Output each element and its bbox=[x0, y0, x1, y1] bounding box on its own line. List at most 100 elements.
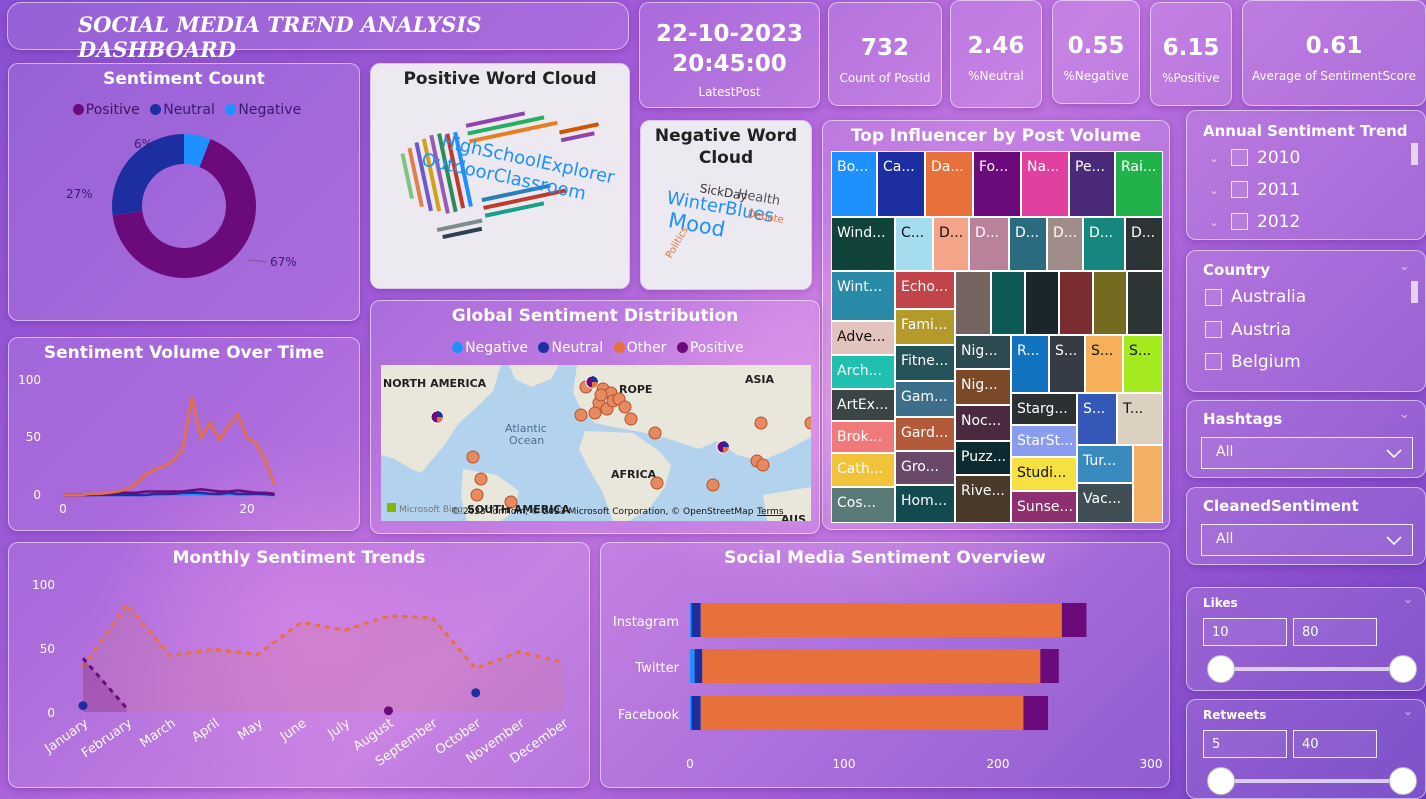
monthly-point-neutral[interactable] bbox=[78, 701, 88, 711]
map-bubble-other[interactable] bbox=[754, 416, 768, 430]
treemap-tile[interactable] bbox=[1025, 271, 1059, 335]
option-australia[interactable]: Australia bbox=[1231, 287, 1306, 307]
monthly-point-neutral[interactable] bbox=[471, 688, 481, 698]
treemap-tile[interactable]: Nig... bbox=[955, 335, 1011, 369]
treemap-tile[interactable]: D... bbox=[1125, 217, 1163, 271]
overview-bar-facebook-neutral[interactable] bbox=[691, 696, 701, 730]
treemap-tile[interactable] bbox=[1127, 271, 1163, 335]
likes-slider-max-handle[interactable] bbox=[1389, 655, 1417, 683]
retweets-collapse-icon[interactable]: ⌄ bbox=[1403, 704, 1413, 718]
monthly-point-positive[interactable] bbox=[383, 706, 393, 716]
checkbox-2011[interactable] bbox=[1231, 181, 1248, 198]
country-scrollbar[interactable] bbox=[1411, 281, 1418, 303]
retweets-max-input[interactable]: 40 bbox=[1293, 730, 1377, 758]
retweets-slider-max-handle[interactable] bbox=[1389, 767, 1417, 795]
hashtags-dropdown[interactable]: All bbox=[1201, 437, 1413, 469]
overview-bar-instagram-other[interactable] bbox=[700, 603, 1062, 637]
treemap-tile[interactable]: Gam... bbox=[895, 381, 955, 417]
option-belgium[interactable]: Belgium bbox=[1231, 352, 1301, 372]
treemap-tile[interactable]: Puzz... bbox=[955, 441, 1011, 475]
treemap-tile[interactable]: ArtEx... bbox=[831, 389, 895, 421]
treemap-tile[interactable]: D... bbox=[1009, 217, 1047, 271]
treemap-tile[interactable]: Da... bbox=[925, 151, 973, 217]
overview-bar-facebook-other[interactable] bbox=[700, 696, 1024, 730]
overview-bar-twitter-positive[interactable] bbox=[1040, 649, 1059, 683]
treemap-tile[interactable] bbox=[955, 271, 991, 335]
treemap-tile[interactable]: Fami... bbox=[895, 309, 955, 345]
treemap-tile[interactable]: Wint... bbox=[831, 271, 895, 321]
treemap-tile[interactable]: Ca... bbox=[877, 151, 925, 217]
retweets-slider-min-handle[interactable] bbox=[1207, 767, 1235, 795]
overview-bar-twitter-neutral[interactable] bbox=[694, 649, 703, 683]
map-bubble-other[interactable] bbox=[594, 388, 608, 402]
likes-max-input[interactable]: 80 bbox=[1293, 618, 1377, 646]
treemap-tile[interactable] bbox=[1059, 271, 1093, 335]
map-attribution[interactable]: © 2023 TomTom, © 2023 Microsoft Corporat… bbox=[451, 507, 754, 517]
treemap-tile[interactable]: Hom... bbox=[895, 485, 955, 523]
overview-bar-facebook-positive[interactable] bbox=[1023, 696, 1049, 730]
map-bubble-other[interactable] bbox=[756, 458, 770, 472]
map-bubble-other[interactable] bbox=[706, 478, 720, 492]
option-austria[interactable]: Austria bbox=[1231, 320, 1291, 340]
map-bubble-other[interactable] bbox=[474, 472, 488, 486]
likes-collapse-icon[interactable]: ⌄ bbox=[1403, 592, 1413, 606]
treemap-tile[interactable]: Cath... bbox=[831, 453, 895, 487]
annual-scrollbar[interactable] bbox=[1411, 143, 1418, 165]
retweets-slider-track[interactable] bbox=[1221, 779, 1403, 783]
option-2011[interactable]: 2011 bbox=[1257, 180, 1300, 200]
overview-bar-instagram-positive[interactable] bbox=[1061, 603, 1087, 637]
treemap-tile[interactable]: Echo... bbox=[895, 271, 955, 309]
checkbox-2012[interactable] bbox=[1231, 213, 1248, 230]
overview-bar-facebook-negative[interactable] bbox=[690, 696, 692, 730]
cleaned-dropdown[interactable]: All bbox=[1201, 524, 1413, 556]
treemap-tile[interactable]: Brok... bbox=[831, 421, 895, 453]
map-bubble-other[interactable] bbox=[588, 406, 602, 420]
map-bubble-other[interactable] bbox=[648, 426, 662, 440]
country-chevron-icon[interactable]: ⌄ bbox=[1399, 259, 1410, 274]
checkbox-2010[interactable] bbox=[1231, 149, 1248, 166]
treemap-tile[interactable]: Gro... bbox=[895, 451, 955, 485]
checkbox-belgium[interactable] bbox=[1205, 353, 1222, 370]
treemap-tile[interactable] bbox=[991, 271, 1025, 335]
map-bubble-other[interactable] bbox=[650, 476, 664, 490]
treemap-tile[interactable]: Starg... bbox=[1011, 393, 1077, 425]
map-bubble-other[interactable] bbox=[470, 488, 484, 502]
treemap-tile[interactable]: Rive... bbox=[955, 475, 1011, 523]
treemap-tile[interactable]: Wind... bbox=[831, 217, 895, 271]
annual-expand-2011-icon[interactable]: ⌄ bbox=[1209, 183, 1219, 197]
likes-min-input[interactable]: 10 bbox=[1203, 618, 1287, 646]
treemap-tile[interactable]: S... bbox=[1077, 393, 1117, 445]
likes-slider-min-handle[interactable] bbox=[1207, 655, 1235, 683]
option-2010[interactable]: 2010 bbox=[1257, 148, 1300, 168]
treemap-tile[interactable]: Gard... bbox=[895, 417, 955, 451]
treemap-tile[interactable]: Sunse... bbox=[1011, 491, 1077, 523]
treemap-tile[interactable]: S... bbox=[1085, 335, 1123, 393]
map-bubble-other[interactable] bbox=[466, 450, 480, 464]
treemap-tile[interactable]: R... bbox=[1011, 335, 1049, 393]
treemap-tile[interactable]: Tur... bbox=[1077, 445, 1133, 483]
treemap-tile[interactable]: S... bbox=[1049, 335, 1085, 393]
volume-series-other[interactable] bbox=[63, 396, 276, 497]
treemap-tile[interactable] bbox=[1133, 445, 1163, 523]
treemap-tile[interactable]: T... bbox=[1117, 393, 1163, 445]
treemap-tile[interactable]: D... bbox=[1083, 217, 1125, 271]
hashtags-collapse-icon[interactable]: ⌄ bbox=[1399, 407, 1410, 422]
treemap-tile[interactable]: Rai... bbox=[1115, 151, 1163, 217]
map-bubble-other[interactable] bbox=[624, 412, 638, 426]
overview-bar-instagram-neutral[interactable] bbox=[691, 603, 701, 637]
treemap-tile[interactable]: StarSt... bbox=[1011, 425, 1077, 457]
treemap-tile[interactable]: Nig... bbox=[955, 369, 1011, 405]
treemap-tile[interactable]: Pe... bbox=[1069, 151, 1115, 217]
option-2012[interactable]: 2012 bbox=[1257, 212, 1300, 232]
overview-bar-twitter-other[interactable] bbox=[702, 649, 1041, 683]
treemap-tile[interactable] bbox=[1093, 271, 1127, 335]
world-map[interactable]: NORTH AMERICA ROPE ASIA Atlantic Ocean A… bbox=[381, 365, 811, 521]
retweets-min-input[interactable]: 5 bbox=[1203, 730, 1287, 758]
treemap-tile[interactable]: Adve... bbox=[831, 321, 895, 355]
checkbox-australia[interactable] bbox=[1205, 289, 1222, 306]
treemap-tile[interactable]: Fo... bbox=[973, 151, 1021, 217]
treemap-tile[interactable]: D... bbox=[969, 217, 1009, 271]
treemap-tile[interactable]: D... bbox=[933, 217, 969, 271]
overview-bar-twitter-negative[interactable] bbox=[690, 649, 695, 683]
treemap-tile[interactable]: Arch... bbox=[831, 355, 895, 389]
